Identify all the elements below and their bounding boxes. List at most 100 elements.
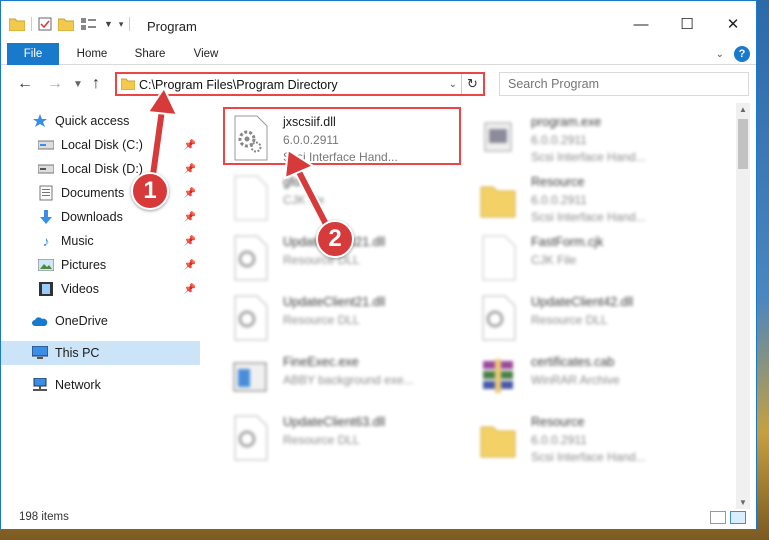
file-description: Scsi Interface Hand... (531, 210, 646, 224)
list-item[interactable]: UpdateClient42.dll Resource DLL (473, 289, 713, 347)
chevron-down-icon[interactable]: ⌄ (449, 79, 457, 90)
file-name: UpdateClient21.dll (283, 295, 386, 309)
dll-gear-icon (231, 295, 269, 341)
close-button[interactable]: ✕ (710, 9, 756, 39)
pin-icon[interactable]: 📌 (184, 140, 196, 151)
download-icon (37, 209, 55, 225)
dll-gear-icon (231, 415, 269, 461)
list-item[interactable]: FineExec.exe ABBY background exe... (225, 349, 465, 407)
window-title: Program (147, 19, 197, 34)
navigation-bar: ← → ▼ ↑ C:\Program Files\Program Directo… (1, 69, 756, 99)
list-item[interactable]: gfd CJK file (225, 169, 465, 227)
app-window-icon (231, 355, 269, 401)
sidebar-item-music[interactable]: ♪ Music 📌 (1, 229, 200, 253)
pin-icon[interactable]: 📌 (184, 212, 196, 223)
vertical-scrollbar[interactable]: ▲ ▼ (736, 103, 750, 509)
list-item[interactable]: certificates.cab WinRAR Archive (473, 349, 713, 407)
search-input[interactable] (500, 73, 748, 95)
tab-view[interactable]: View (181, 43, 231, 65)
large-icons-view-icon[interactable] (730, 511, 746, 524)
expand-ribbon-icon[interactable]: ⌄ (716, 49, 724, 60)
sidebar-item-this-pc[interactable]: This PC (1, 341, 200, 365)
blank-file-icon (231, 175, 269, 221)
file-version: 6.0.0.2911 (531, 133, 587, 147)
file-list: jxscsiif.dll 6.0.0.2911 Scsi Interface H… (215, 103, 737, 503)
sidebar-item-label: This PC (55, 346, 100, 360)
view-options-icon[interactable] (80, 17, 98, 31)
back-arrow-icon[interactable]: ← (17, 75, 33, 93)
pin-icon[interactable]: 📌 (184, 284, 196, 295)
refresh-icon[interactable]: ↻ (461, 74, 483, 94)
sidebar-item-label: Downloads (61, 210, 123, 224)
quick-access-toolbar: ▼ ▾ (9, 17, 131, 31)
sidebar-item-onedrive[interactable]: OneDrive (1, 309, 200, 333)
chevron-down-icon[interactable]: ▼ (104, 19, 113, 29)
new-folder-icon[interactable] (58, 17, 74, 31)
file-name: Resource (531, 175, 585, 189)
pin-icon[interactable]: 📌 (184, 236, 196, 247)
list-item[interactable]: program.exe 6.0.0.2911 Scsi Interface Ha… (473, 109, 713, 167)
file-type: Resource DLL (531, 313, 608, 327)
tab-file[interactable]: File (7, 43, 59, 65)
computer-icon (31, 345, 49, 361)
list-item[interactable]: UpdateClient21.dll Resource DLL (225, 289, 465, 347)
sidebar-item-network[interactable]: Network (1, 373, 200, 397)
explorer-window: ▼ ▾ Program — ☐ ✕ File Home Share View ⌄… (0, 0, 757, 530)
navigation-pane: Quick access Local Disk (C:) 📌 Local Dis… (1, 103, 206, 503)
file-type: ABBY background exe... (283, 373, 414, 387)
sidebar-item-label: Local Disk (C:) (61, 138, 143, 152)
forward-arrow-icon[interactable]: → (47, 75, 63, 93)
sidebar-item-pictures[interactable]: Pictures 📌 (1, 253, 200, 277)
address-path[interactable]: C:\Program Files\Program Directory (139, 78, 338, 92)
sidebar-item-label: Documents (61, 186, 125, 200)
pin-icon[interactable]: 📌 (184, 188, 196, 199)
list-item[interactable]: Resource 6.0.0.2911 Scsi Interface Hand.… (473, 169, 713, 227)
file-type: Resource DLL (283, 433, 360, 447)
sidebar-item-label: OneDrive (55, 314, 108, 328)
sidebar-item-documents[interactable]: Documents 📌 (1, 181, 200, 205)
up-arrow-icon[interactable]: ↑ (92, 75, 100, 93)
pin-icon[interactable]: 📌 (184, 260, 196, 271)
tab-home[interactable]: Home (67, 43, 117, 65)
file-name: UpdateClient63.dll (283, 415, 386, 429)
toolbar-divider (31, 17, 32, 31)
recent-locations-icon[interactable]: ▼ (73, 79, 83, 90)
file-description: Scsi Interface Hand... (531, 450, 646, 464)
sidebar-item-videos[interactable]: Videos 📌 (1, 277, 200, 301)
tab-share[interactable]: Share (125, 43, 175, 65)
step-badge-1: 1 (131, 172, 169, 210)
sidebar-item-local-disk-c[interactable]: Local Disk (C:) 📌 (1, 133, 200, 157)
file-name: certificates.cab (531, 355, 615, 369)
help-icon[interactable]: ? (734, 46, 750, 62)
pictures-icon (37, 257, 55, 273)
file-name: FineExec.exe (283, 355, 359, 369)
file-type: WinRAR Archive (531, 373, 620, 387)
drive-icon (37, 161, 55, 177)
sidebar-item-label: Pictures (61, 258, 107, 272)
file-version: 6.0.0.2911 (531, 433, 587, 447)
minimize-button[interactable]: — (618, 9, 664, 39)
file-description: Scsi Interface Hand... (283, 150, 398, 164)
sidebar-item-label: Network (55, 378, 101, 392)
ribbon-tabs: File Home Share View ⌄ ? (1, 43, 756, 65)
sidebar-item-local-disk-d[interactable]: Local Disk (D:) 📌 (1, 157, 200, 181)
scroll-down-icon[interactable]: ▼ (739, 498, 747, 507)
item-count: 198 items (19, 511, 69, 523)
sidebar-item-downloads[interactable]: Downloads 📌 (1, 205, 200, 229)
pin-icon[interactable]: 📌 (184, 164, 196, 175)
sidebar-item-quick-access[interactable]: Quick access (1, 109, 200, 133)
customize-toolbar-icon[interactable]: ▾ (119, 19, 124, 30)
list-item[interactable]: jxscsiif.dll 6.0.0.2911 Scsi Interface H… (223, 107, 461, 165)
list-item[interactable]: FastForm.cjk CJK File (473, 229, 713, 287)
list-item[interactable]: UpdateClient63.dll Resource DLL (225, 409, 465, 467)
details-view-icon[interactable] (710, 511, 726, 524)
search-box[interactable] (499, 72, 749, 96)
address-bar[interactable]: C:\Program Files\Program Directory ⌄ ↻ (115, 72, 485, 96)
properties-icon[interactable] (38, 17, 52, 31)
folder-icon (9, 17, 25, 31)
file-name: UpdateClient42.dll (531, 295, 634, 309)
scroll-thumb[interactable] (738, 119, 748, 169)
scroll-up-icon[interactable]: ▲ (739, 105, 747, 114)
maximize-button[interactable]: ☐ (664, 9, 710, 39)
list-item[interactable]: Resource 6.0.0.2911 Scsi Interface Hand.… (473, 409, 713, 467)
